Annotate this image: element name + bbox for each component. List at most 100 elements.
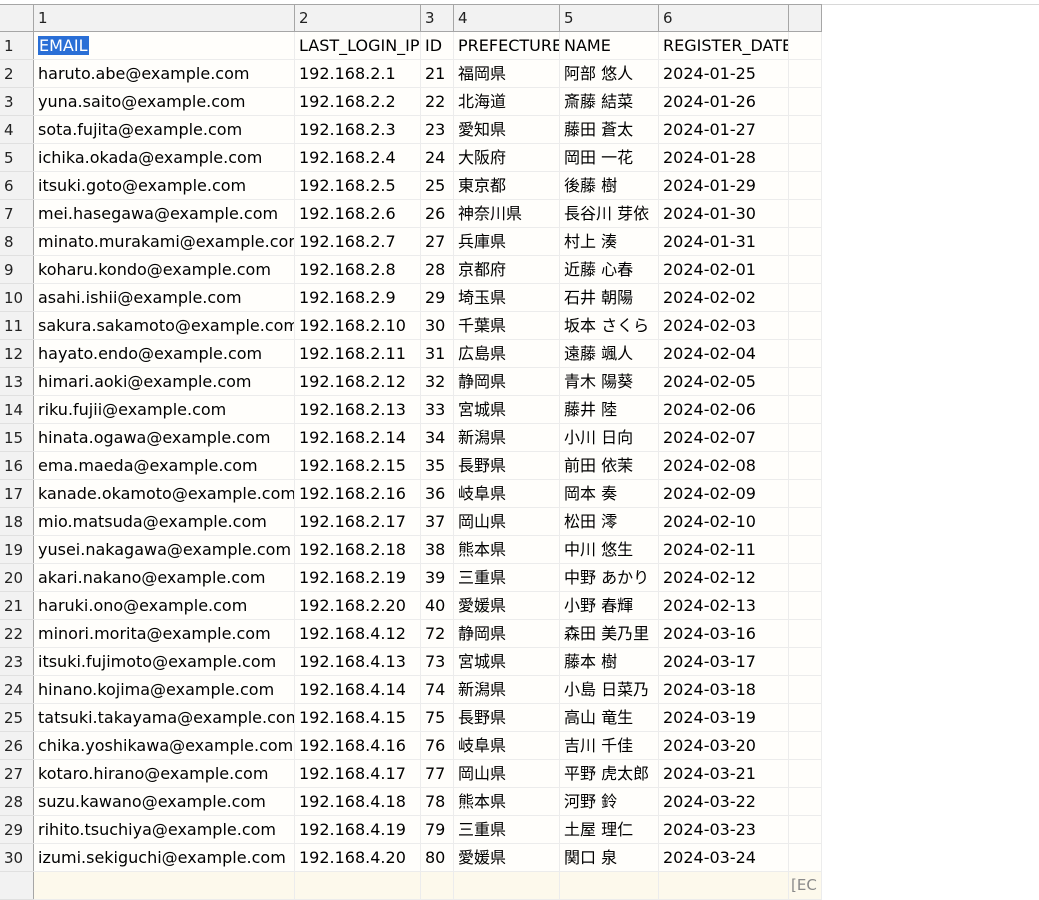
table-cell[interactable]: 大阪府 — [454, 144, 560, 172]
table-cell[interactable]: 192.168.2.15 — [295, 452, 421, 480]
table-cell[interactable]: 192.168.4.18 — [295, 788, 421, 816]
table-cell[interactable]: 2024-02-11 — [659, 536, 789, 564]
table-cell[interactable]: 岐阜県 — [454, 480, 560, 508]
row-number[interactable]: 26 — [0, 732, 34, 760]
row-number[interactable]: 7 — [0, 200, 34, 228]
table-cell[interactable]: 192.168.2.10 — [295, 312, 421, 340]
row-number[interactable]: 4 — [0, 116, 34, 144]
table-cell[interactable]: 吉川 千佳 — [560, 732, 659, 760]
row-number[interactable]: 10 — [0, 284, 34, 312]
row-number[interactable]: 28 — [0, 788, 34, 816]
table-cell[interactable]: 2024-03-24 — [659, 844, 789, 872]
row-number[interactable]: 16 — [0, 452, 34, 480]
table-cell[interactable] — [789, 732, 822, 760]
table-cell[interactable]: 72 — [421, 620, 454, 648]
row-number[interactable]: 12 — [0, 340, 34, 368]
table-cell[interactable]: 2024-02-06 — [659, 396, 789, 424]
table-cell[interactable]: 埼玉県 — [454, 284, 560, 312]
row-number[interactable]: 18 — [0, 508, 34, 536]
table-cell[interactable]: 25 — [421, 172, 454, 200]
table-cell[interactable]: ema.maeda@example.com — [34, 452, 295, 480]
table-cell[interactable]: 2024-03-23 — [659, 816, 789, 844]
table-cell[interactable]: haruto.abe@example.com — [34, 60, 295, 88]
table-cell[interactable]: 38 — [421, 536, 454, 564]
select-all-corner[interactable] — [0, 5, 34, 31]
table-cell[interactable]: 24 — [421, 144, 454, 172]
table-cell[interactable]: LAST_LOGIN_IP — [295, 32, 421, 60]
row-number[interactable]: 3 — [0, 88, 34, 116]
table-cell[interactable]: 愛知県 — [454, 116, 560, 144]
table-cell[interactable]: minato.murakami@example.com — [34, 228, 295, 256]
table-cell[interactable]: 29 — [421, 284, 454, 312]
table-cell[interactable] — [34, 872, 295, 900]
table-cell[interactable]: 74 — [421, 676, 454, 704]
table-cell[interactable]: yusei.nakagawa@example.com — [34, 536, 295, 564]
table-cell[interactable]: himari.aoki@example.com — [34, 368, 295, 396]
table-cell[interactable]: 192.168.2.19 — [295, 564, 421, 592]
table-cell[interactable]: 中野 あかり — [560, 564, 659, 592]
column-header-5[interactable]: 5 — [560, 5, 659, 31]
row-number[interactable]: 27 — [0, 760, 34, 788]
table-cell[interactable]: 2024-02-13 — [659, 592, 789, 620]
table-cell[interactable]: 192.168.4.12 — [295, 620, 421, 648]
table-cell[interactable]: 2024-01-27 — [659, 116, 789, 144]
column-header-6[interactable]: 6 — [659, 5, 789, 31]
table-cell[interactable] — [659, 872, 789, 900]
table-cell[interactable]: 2024-02-05 — [659, 368, 789, 396]
table-cell[interactable]: 2024-01-25 — [659, 60, 789, 88]
row-number[interactable]: 25 — [0, 704, 34, 732]
column-header-4[interactable]: 4 — [454, 5, 560, 31]
table-cell[interactable]: EMAIL — [34, 32, 295, 60]
table-cell[interactable]: 2024-02-08 — [659, 452, 789, 480]
table-cell[interactable]: 広島県 — [454, 340, 560, 368]
table-cell[interactable]: 39 — [421, 564, 454, 592]
table-cell[interactable]: 北海道 — [454, 88, 560, 116]
table-cell[interactable]: 2024-01-30 — [659, 200, 789, 228]
table-cell[interactable]: 神奈川県 — [454, 200, 560, 228]
table-cell[interactable]: mio.matsuda@example.com — [34, 508, 295, 536]
table-cell[interactable]: itsuki.fujimoto@example.com — [34, 648, 295, 676]
table-cell[interactable] — [789, 648, 822, 676]
table-cell[interactable]: chika.yoshikawa@example.com — [34, 732, 295, 760]
table-cell[interactable]: 兵庫県 — [454, 228, 560, 256]
table-cell[interactable]: 30 — [421, 312, 454, 340]
table-cell[interactable]: 小川 日向 — [560, 424, 659, 452]
table-cell[interactable] — [789, 788, 822, 816]
table-cell[interactable]: 192.168.4.14 — [295, 676, 421, 704]
row-number[interactable]: 15 — [0, 424, 34, 452]
table-cell[interactable] — [789, 144, 822, 172]
table-cell[interactable] — [789, 60, 822, 88]
table-cell[interactable] — [789, 480, 822, 508]
table-cell[interactable]: 2024-01-29 — [659, 172, 789, 200]
table-cell[interactable] — [560, 872, 659, 900]
table-cell[interactable] — [789, 340, 822, 368]
row-number[interactable]: 29 — [0, 816, 34, 844]
table-cell[interactable]: 2024-01-26 — [659, 88, 789, 116]
table-cell[interactable]: izumi.sekiguchi@example.com — [34, 844, 295, 872]
table-cell[interactable] — [789, 312, 822, 340]
table-cell[interactable]: 2024-03-17 — [659, 648, 789, 676]
table-cell[interactable]: 藤田 蒼太 — [560, 116, 659, 144]
table-cell[interactable]: 石井 朝陽 — [560, 284, 659, 312]
table-cell[interactable]: 192.168.2.16 — [295, 480, 421, 508]
table-cell[interactable]: 福岡県 — [454, 60, 560, 88]
table-cell[interactable]: haruki.ono@example.com — [34, 592, 295, 620]
row-number[interactable]: 30 — [0, 844, 34, 872]
row-number[interactable]: 13 — [0, 368, 34, 396]
table-cell[interactable] — [789, 32, 822, 60]
column-header-2[interactable]: 2 — [295, 5, 421, 31]
table-cell[interactable]: 37 — [421, 508, 454, 536]
table-cell[interactable]: 192.168.2.17 — [295, 508, 421, 536]
table-cell[interactable]: 28 — [421, 256, 454, 284]
table-cell[interactable]: 2024-01-31 — [659, 228, 789, 256]
table-cell[interactable] — [789, 172, 822, 200]
table-cell[interactable]: 長谷川 芽依 — [560, 200, 659, 228]
table-cell[interactable]: 新潟県 — [454, 424, 560, 452]
table-cell[interactable]: 192.168.2.13 — [295, 396, 421, 424]
table-cell[interactable]: 東京都 — [454, 172, 560, 200]
table-cell[interactable]: koharu.kondo@example.com — [34, 256, 295, 284]
table-cell[interactable]: 192.168.2.14 — [295, 424, 421, 452]
table-cell[interactable]: 青木 陽葵 — [560, 368, 659, 396]
table-cell[interactable]: 静岡県 — [454, 368, 560, 396]
table-cell[interactable] — [789, 620, 822, 648]
